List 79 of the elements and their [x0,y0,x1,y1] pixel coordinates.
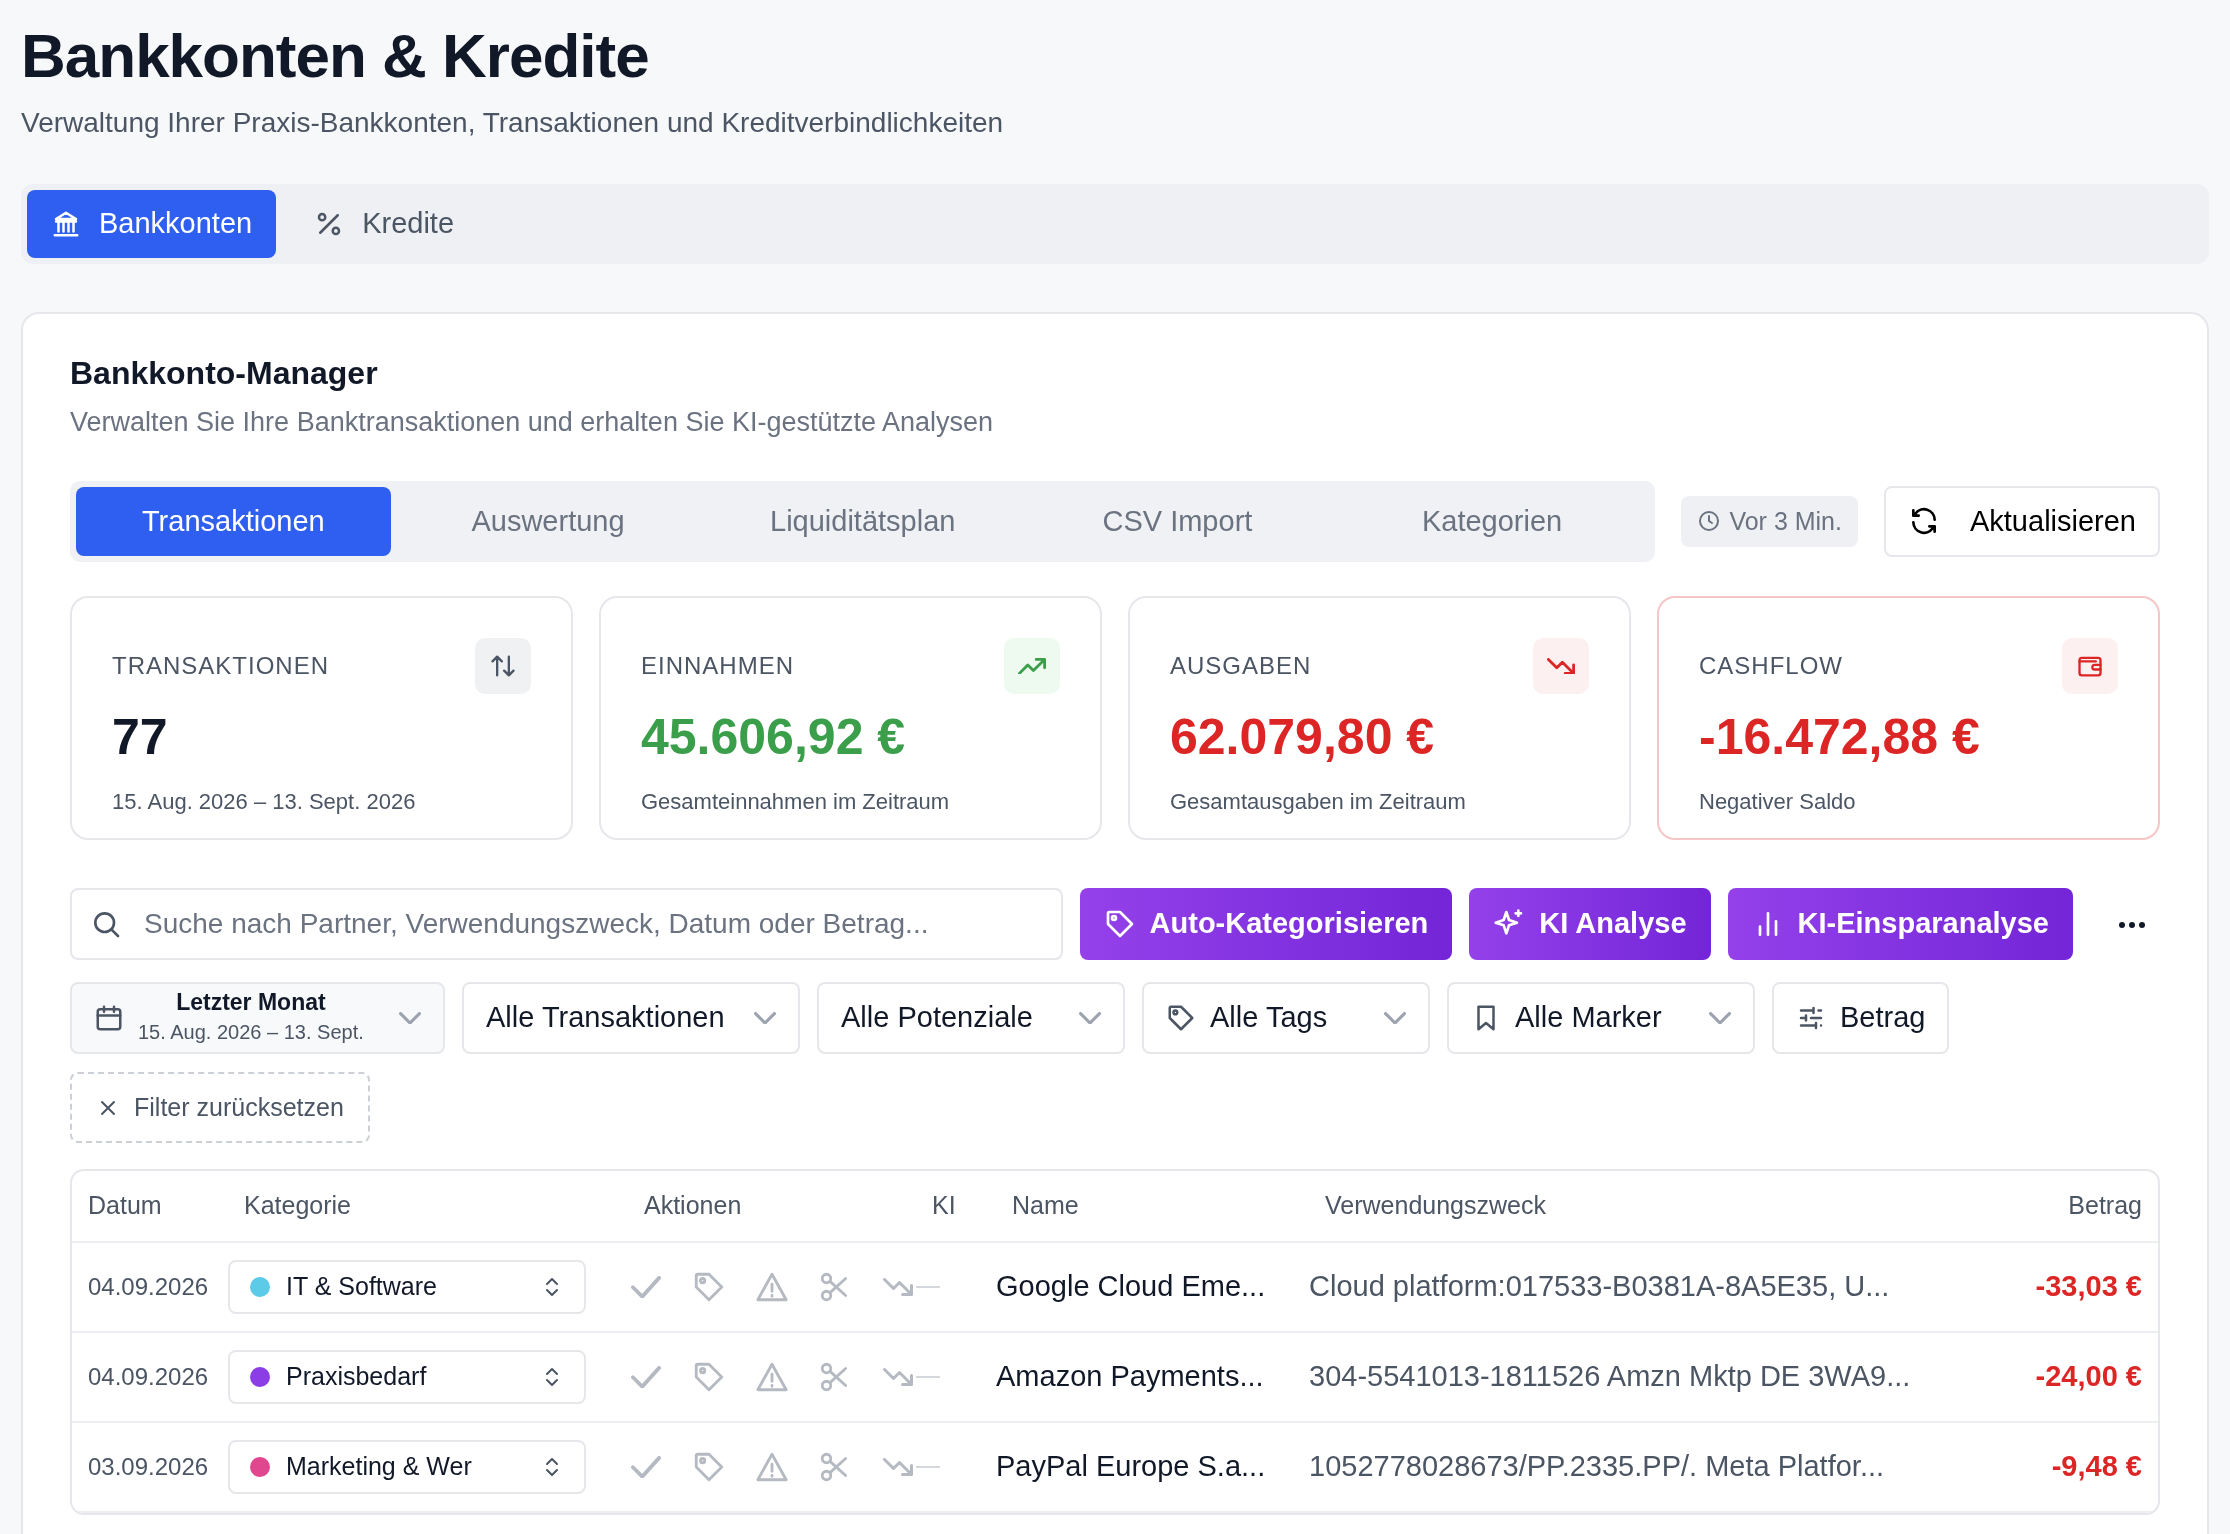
name-cell-text: PayPal Europe S.a... [996,1449,1267,1485]
purpose-cell-text: Cloud platform:017533-B0381A-8A5E35, U... [1309,1269,1891,1305]
category-select[interactable]: IT & Software [228,1260,586,1315]
stat-note: Negativer Saldo [1699,788,1857,817]
chevron-icon [399,1011,421,1025]
filter-select[interactable]: Alle Marker [1447,982,1755,1055]
trend-down-icon [882,1278,913,1297]
stat-value: 45.606,92 € [641,708,907,768]
column-header: Aktionen [643,1190,743,1222]
update-badge: Vor 3 Min. [1681,495,1858,548]
tab[interactable]: Liquiditätsplan [705,486,1021,557]
stat-value: 62.079,80 € [1170,708,1436,768]
date-range-value: 15. Aug. 2026 – 13. Sept. [138,1019,364,1045]
stat-label: TRANSAKTIONEN [112,651,330,682]
amount-filter-button[interactable]: Betrag [1772,982,1950,1055]
purpose-cell-text: 1052778028673/PP.2335.PP/. Meta Platfor... [1309,1449,1886,1485]
stat-value: -16.472,88 € [1699,708,1981,768]
tab[interactable]: Transaktionen [76,486,391,557]
filter-select[interactable]: Alle Potenziale [817,982,1125,1055]
page-title: Bankkonten & Kredite [21,22,650,91]
reset-filter-button[interactable]: Filter zurücksetzen [70,1072,370,1144]
empty-dash [916,1466,940,1469]
action-button[interactable]: Auto-Kategorisieren [1079,888,1453,961]
tab[interactable]: Bankkonten [27,190,277,258]
filter-select[interactable]: Alle Transaktionen [462,982,800,1055]
tab[interactable]: Kredite [290,190,479,258]
amount-cell-text: -24,00 € [2034,1359,2143,1395]
purpose-cell-text: 304-5541013-1811526 Amzn Mktp DE 3WA9... [1309,1359,1912,1395]
tab[interactable]: CSV Import [1020,486,1335,557]
trend-down-icon [1547,657,1575,675]
column-header: Datum [87,1190,163,1222]
search-field[interactable]: Suche nach Partner, Verwendungszweck, Datum oder Betrag... [70,888,1063,961]
action-button[interactable]: KI Analyse [1469,888,1711,961]
empty-dash [916,1286,940,1289]
stat-note: 15. Aug. 2026 – 13. Sept. 2026 [112,788,417,817]
card-subtitle: Verwalten Sie Ihre Banktransaktionen und erhalten Sie KI-gestützte Analysen [70,406,995,440]
refresh-button[interactable]: Aktualisieren [1883,485,2160,558]
date-cell-text: 04.09.2026 [87,1272,210,1303]
column-header: Kategorie [243,1190,353,1222]
amount-cell-text: -9,48 € [2050,1449,2143,1485]
column-header: KI [931,1190,957,1222]
stat-label: CASHFLOW [1699,651,1843,682]
chevron-icon [1384,1011,1406,1025]
trend-up-icon [1018,657,1046,675]
date-cell-text: 03.09.2026 [87,1452,210,1483]
empty-dash [916,1376,940,1379]
name-cell-text: Amazon Payments... [996,1359,1265,1395]
stat-label: EINNAHMEN [641,651,794,682]
column-header: Betrag [2067,1190,2143,1222]
date-cell-text: 04.09.2026 [87,1362,210,1393]
stat-value: 77 [112,708,169,768]
stat-note: Gesamtausgaben im Zeitraum [1170,788,1467,817]
column-header: Name [1011,1190,1080,1222]
chevron-icon [1079,1011,1101,1025]
column-header: Verwendungszweck [1324,1190,1547,1222]
card-title: Bankkonto-Manager [70,353,379,393]
tab[interactable]: Auswertung [390,486,706,557]
clock-icon [1697,509,1722,534]
chevron-icon [754,1011,776,1025]
ellipsis-icon [2118,920,2146,929]
date-range-select[interactable]: Letzter Monat 15. Aug. 2026 – 13. Sept. [70,982,445,1055]
calendar-icon [94,1003,124,1034]
check-icon [631,1455,662,1479]
check-icon [631,1365,662,1389]
date-range-label: Letzter Monat [175,989,327,1017]
amount-cell-text: -33,03 € [2034,1269,2143,1305]
page-subtitle: Verwaltung Ihrer Praxis-Bankkonten, Transaktionen und Kreditverbindlichkeiten [21,106,1005,141]
category-select[interactable]: Praxisbedarf [228,1350,586,1405]
trend-down-icon [882,1368,913,1387]
stat-note: Gesamteinnahmen im Zeitraum [641,788,951,817]
action-button[interactable]: KI-Einsparanalyse [1727,888,2073,961]
stat-label: AUSGABEN [1170,651,1312,682]
category-select[interactable]: Marketing & Wer [228,1440,586,1495]
check-icon [631,1275,662,1299]
trend-down-icon [882,1458,913,1477]
tab[interactable]: Kategorien [1334,486,1650,557]
name-cell-text: Google Cloud Eme... [996,1269,1267,1305]
filter-select[interactable]: Alle Tags [1142,982,1430,1055]
chevron-icon [1709,1011,1731,1025]
